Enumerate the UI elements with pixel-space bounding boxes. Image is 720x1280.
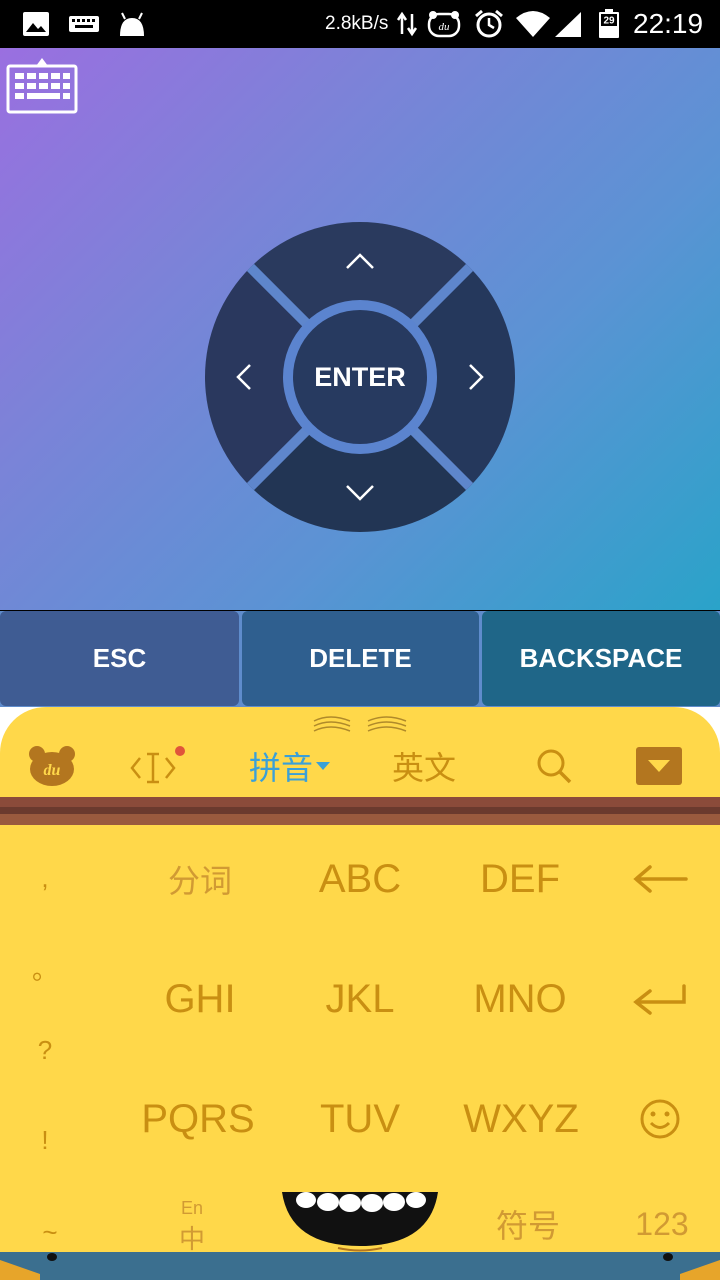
du-bear-icon[interactable]: du xyxy=(26,741,78,791)
punct-tilde-key[interactable]: ~ xyxy=(20,1207,80,1257)
english-mode-button[interactable]: 英文 xyxy=(384,741,464,791)
cursor-move-icon xyxy=(130,746,185,784)
backspace-key[interactable] xyxy=(620,847,700,911)
data-arrows-icon xyxy=(396,10,418,38)
lang-zh-label: 中 xyxy=(178,1224,205,1254)
smiley-icon xyxy=(640,1099,680,1139)
delete-button[interactable]: DELETE xyxy=(242,611,479,706)
du-icon: du xyxy=(427,10,461,38)
key-wxyz[interactable]: WXYZ xyxy=(446,1087,596,1151)
drag-handle[interactable] xyxy=(310,713,410,735)
caret-down-icon xyxy=(316,762,330,770)
svg-text:du: du xyxy=(44,762,61,779)
collapse-keyboard-button[interactable] xyxy=(636,741,682,791)
keyboard-icon xyxy=(6,58,78,114)
clock: 22:19 xyxy=(633,8,704,39)
key-jkl[interactable]: JKL xyxy=(290,967,430,1031)
keyboard-bottom-band xyxy=(0,1252,720,1280)
dpad: ENTER xyxy=(205,222,515,532)
action-button-row: ESC DELETE BACKSPACE xyxy=(0,611,720,707)
key-def[interactable]: DEF xyxy=(450,847,590,911)
key-ghi[interactable]: GHI xyxy=(130,967,270,1031)
pinyin-label: 拼音 xyxy=(248,750,313,786)
return-icon xyxy=(633,984,686,1015)
mouth-icon xyxy=(282,1192,438,1252)
key-mno[interactable]: MNO xyxy=(450,967,590,1031)
emoji-key[interactable] xyxy=(620,1087,700,1151)
net-speed: 2.8kB/s xyxy=(325,13,389,34)
battery-icon: 29 xyxy=(597,9,621,38)
search-icon xyxy=(537,749,572,784)
cursor-move-button[interactable] xyxy=(126,741,190,791)
lang-en-label: En xyxy=(180,1198,204,1218)
key-tuv[interactable]: TUV xyxy=(290,1087,430,1151)
svg-text:du: du xyxy=(439,21,451,33)
search-button[interactable] xyxy=(532,741,576,791)
decor-stripe xyxy=(0,797,720,825)
wifi-icon xyxy=(515,10,551,38)
signal-icon xyxy=(553,10,583,38)
pinyin-mode-button[interactable]: 拼音 xyxy=(244,741,336,791)
enter-key[interactable] xyxy=(620,967,700,1031)
punct-comma-key[interactable]: , xyxy=(20,853,70,903)
android-icon xyxy=(117,10,147,38)
keyboard-icon xyxy=(68,10,100,38)
punct-period-key[interactable]: 。 xyxy=(20,943,70,993)
keyboard-toggle-button[interactable] xyxy=(6,56,80,116)
key-abc[interactable]: ABC xyxy=(290,847,430,911)
arrow-left-icon xyxy=(633,865,688,893)
enter-button[interactable] xyxy=(293,310,427,444)
status-bar: 2.8kB/s du 29 22:19 xyxy=(0,0,720,48)
symbols-key[interactable]: 符号 xyxy=(476,1197,580,1251)
alarm-icon xyxy=(473,9,505,38)
esc-button[interactable]: ESC xyxy=(0,611,239,706)
punct-question-key[interactable]: ? xyxy=(20,1025,70,1075)
numbers-key[interactable]: 123 xyxy=(620,1197,704,1251)
backspace-button[interactable]: BACKSPACE xyxy=(482,611,720,706)
battery-level: 29 xyxy=(603,16,615,27)
collapse-icon xyxy=(636,747,682,785)
punct-exclaim-key[interactable]: ! xyxy=(20,1115,70,1165)
key-fenci[interactable]: 分词 xyxy=(130,847,270,911)
image-icon xyxy=(22,10,50,38)
space-key[interactable] xyxy=(280,1190,440,1252)
lang-switch-key[interactable]: En 中 xyxy=(160,1195,224,1259)
key-pqrs[interactable]: PQRS xyxy=(126,1087,270,1151)
